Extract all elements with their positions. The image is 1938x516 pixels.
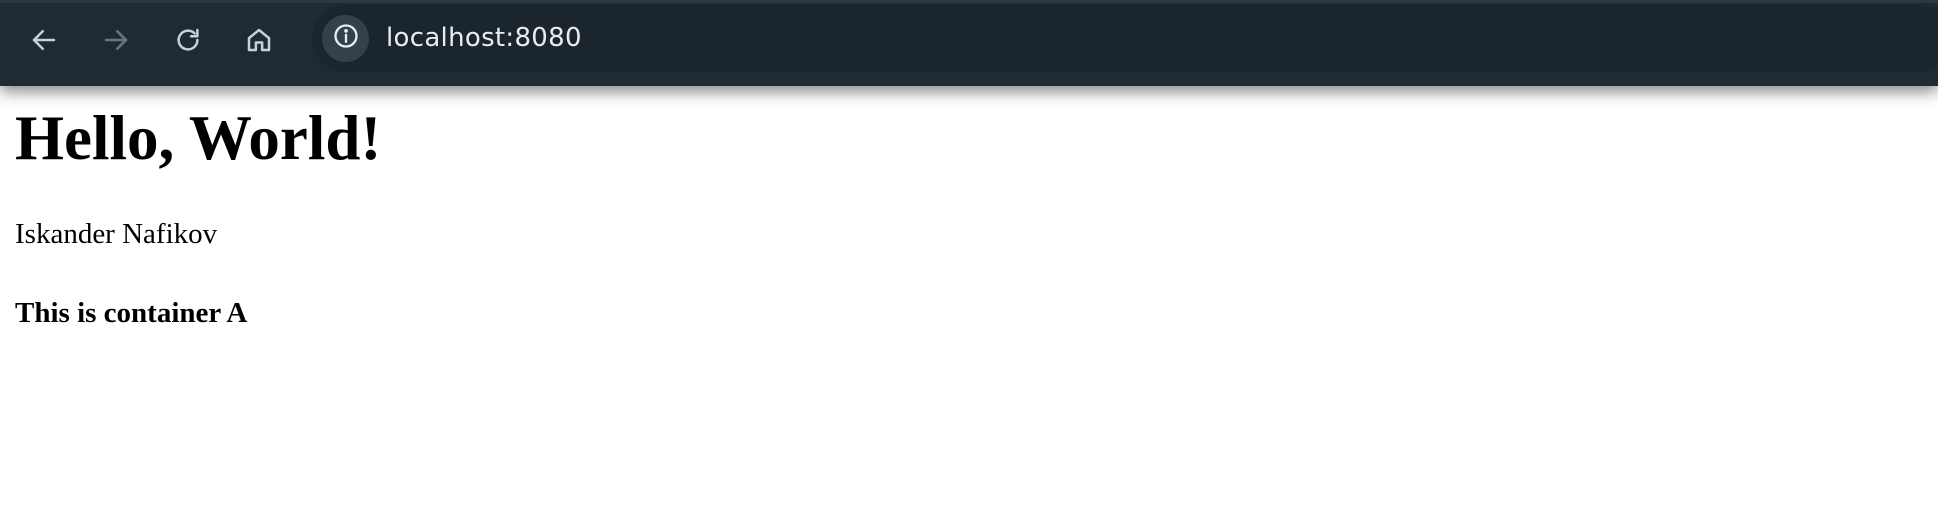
reload-icon: [173, 25, 203, 55]
arrow-left-icon: [29, 25, 59, 55]
page-heading: Hello, World!: [15, 103, 382, 173]
home-icon: [244, 25, 274, 55]
url-text[interactable]: localhost:8080: [386, 21, 582, 55]
back-button[interactable]: [24, 20, 64, 60]
site-info-button[interactable]: [322, 15, 369, 62]
info-icon: [332, 22, 360, 55]
arrow-right-icon: [101, 25, 131, 55]
author-name: Iskander Nafikov: [15, 218, 218, 250]
address-bar[interactable]: localhost:8080: [312, 5, 1938, 72]
browser-toolbar: localhost:8080: [0, 0, 1938, 86]
forward-button[interactable]: [96, 20, 136, 60]
toolbar-edge: [0, 0, 1938, 3]
home-button[interactable]: [239, 20, 279, 60]
reload-button[interactable]: [168, 20, 208, 60]
container-label: This is container A: [15, 297, 248, 329]
